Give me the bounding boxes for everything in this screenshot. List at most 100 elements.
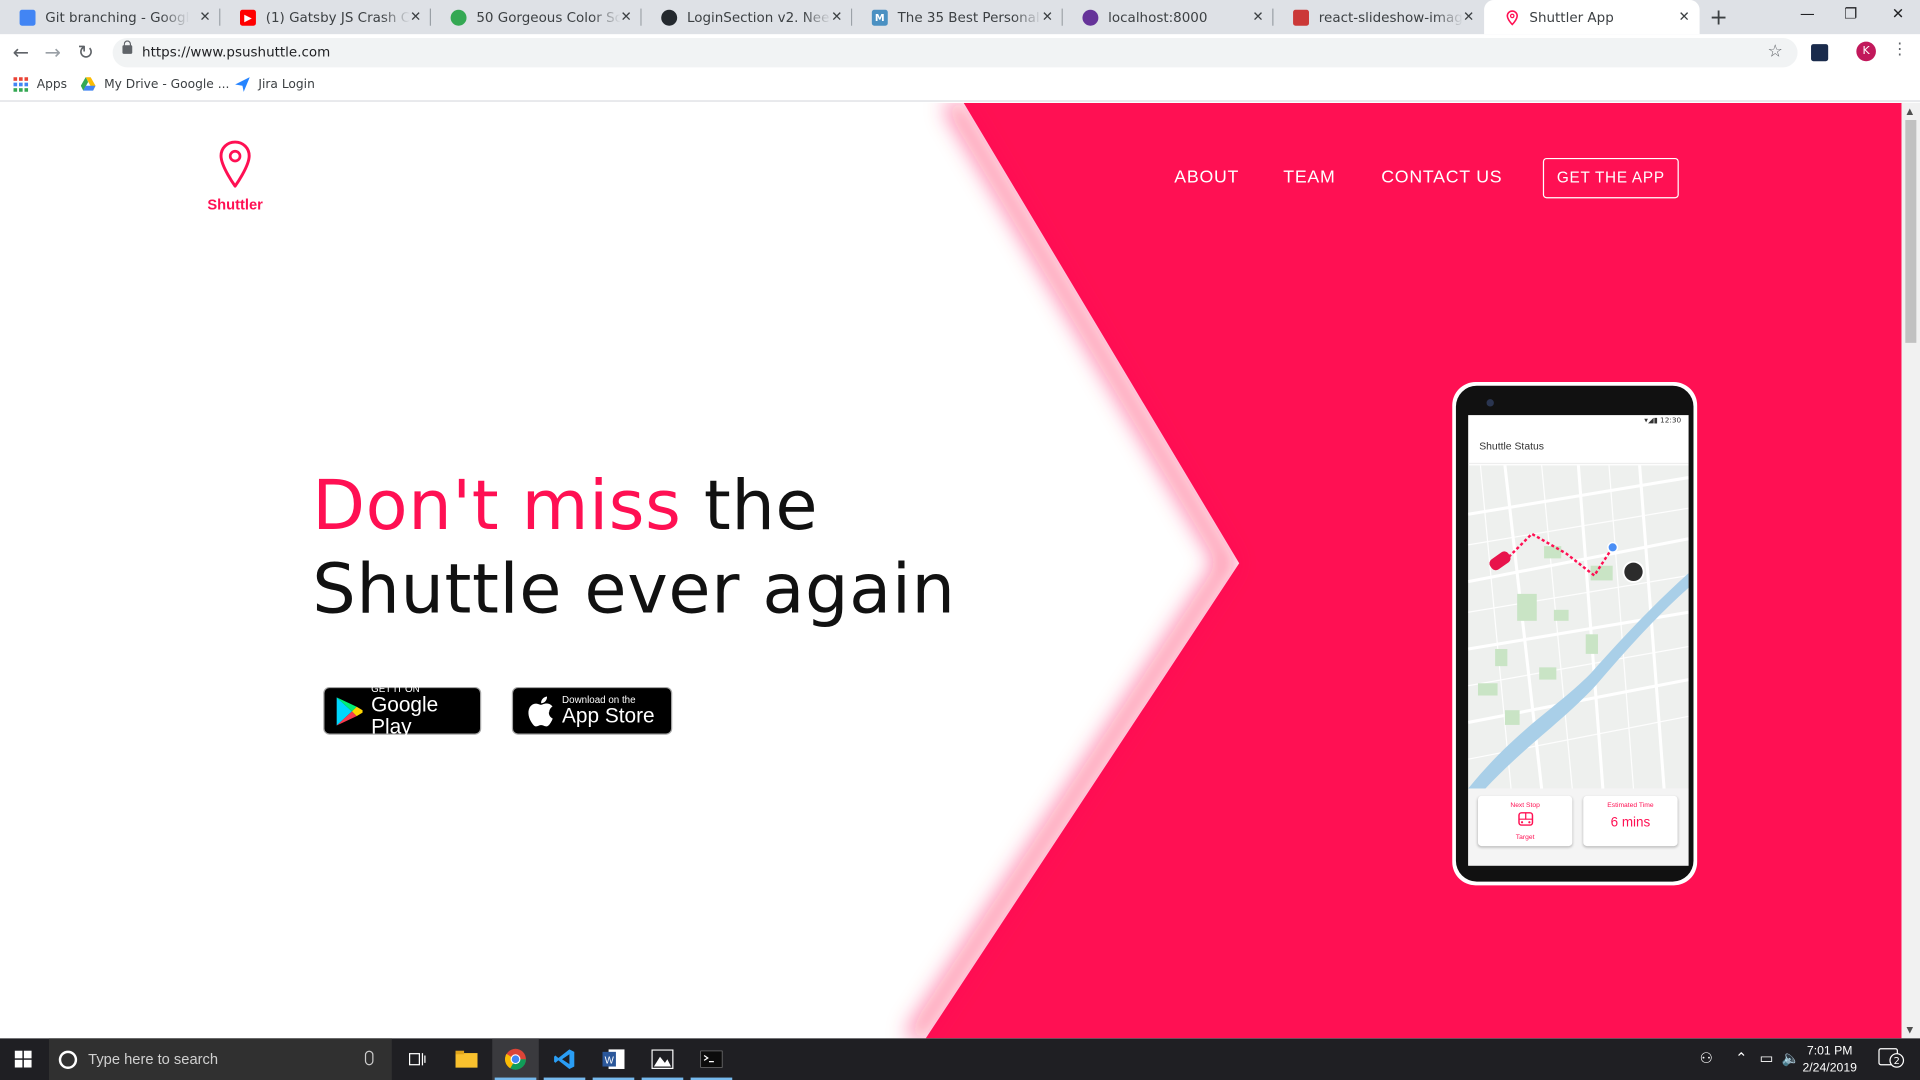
- nav-contact-us[interactable]: CONTACT US: [1381, 168, 1502, 188]
- google-play-icon: [336, 696, 363, 725]
- browser-toolbar: ← → ↻ https://www.psushuttle.com ☆: [0, 34, 1920, 72]
- tab-title: react-slideshow-image - npm: [1318, 9, 1464, 26]
- hero-headline: Don't miss the Shuttle ever again: [312, 465, 955, 632]
- close-tab-icon[interactable]: ✕: [621, 9, 632, 25]
- battery-icon[interactable]: ▭: [1760, 1049, 1774, 1066]
- file-explorer-icon[interactable]: [443, 1038, 490, 1080]
- npm-icon: [1293, 9, 1309, 26]
- apps-grid-icon: [13, 77, 29, 92]
- hero-line2: Shuttle ever again: [312, 549, 956, 630]
- tab-title: LoginSection v2. Needs login: [686, 9, 831, 26]
- next-stop-value: Target: [1515, 833, 1535, 842]
- close-tab-icon[interactable]: ✕: [1679, 9, 1690, 25]
- shuttle-info-panel: Next Stop Target Estimated Time 6 mins: [1468, 788, 1689, 866]
- bookmark-label: Apps: [36, 77, 68, 92]
- next-stop-card: Next Stop Target: [1477, 795, 1573, 847]
- url-text[interactable]: https://www.psushuttle.com: [142, 44, 330, 60]
- nav-about[interactable]: ABOUT: [1174, 168, 1239, 188]
- taskbar-search-box[interactable]: Type here to search: [48, 1038, 392, 1080]
- brand-name: Shuttler: [207, 195, 263, 214]
- tab-shuttler-app[interactable]: Shuttler App ✕: [1484, 0, 1700, 35]
- volume-icon[interactable]: 🔈: [1782, 1049, 1800, 1066]
- show-hidden-icons-icon[interactable]: ⌃: [1735, 1049, 1747, 1066]
- terminal-icon[interactable]: [688, 1038, 735, 1080]
- bookmarks-bar: Apps My Drive - Google ... Jira Login: [0, 71, 1920, 102]
- hero-line1: the: [681, 466, 819, 547]
- tab-title: (1) Gatsby JS Crash Course: [265, 9, 411, 26]
- tab-title: Git branching - Google Docs: [45, 9, 190, 26]
- shuttler-logo[interactable]: Shuttler: [200, 140, 271, 213]
- extension-icon[interactable]: [1811, 44, 1829, 62]
- windows-start-icon[interactable]: [14, 1050, 32, 1068]
- cortana-icon: [58, 1050, 78, 1069]
- scroll-up-icon[interactable]: ▲: [1907, 107, 1914, 117]
- location-pin-icon: [219, 140, 251, 188]
- notification-count: 2: [1889, 1053, 1905, 1068]
- microphone-icon[interactable]: [364, 1050, 374, 1066]
- eta-value: 6 mins: [1610, 815, 1651, 831]
- photos-icon[interactable]: [639, 1038, 686, 1080]
- close-tab-icon[interactable]: ✕: [410, 9, 421, 25]
- system-clock[interactable]: 7:01 PM 2/24/2019: [1802, 1043, 1856, 1077]
- tab-personal-websites[interactable]: M The 35 Best Personal Websites ✕: [852, 0, 1063, 34]
- tab-title: The 35 Best Personal Websites: [897, 9, 1042, 26]
- back-arrow-icon[interactable]: ←: [9, 40, 33, 64]
- bookmark-my-drive[interactable]: My Drive - Google ...: [80, 77, 230, 92]
- tab-localhost[interactable]: localhost:8000 ✕: [1063, 0, 1274, 34]
- close-tab-icon[interactable]: ✕: [831, 9, 842, 25]
- vscode-icon[interactable]: [541, 1038, 588, 1080]
- tab-login-section[interactable]: LoginSection v2. Needs login ✕: [642, 0, 853, 34]
- reload-icon[interactable]: ↻: [73, 40, 97, 64]
- jira-icon: [235, 77, 250, 92]
- svg-text:W: W: [605, 1055, 615, 1066]
- google-drive-icon: [80, 77, 96, 91]
- tab-title: Shuttler App: [1529, 9, 1614, 26]
- tab-title: 50 Gorgeous Color Schemes: [476, 9, 620, 26]
- chrome-taskbar-icon[interactable]: [492, 1038, 539, 1080]
- scrollbar-thumb[interactable]: [1905, 120, 1917, 343]
- bookmark-star-icon[interactable]: ☆: [1767, 42, 1782, 62]
- close-tab-icon[interactable]: ✕: [1463, 9, 1474, 25]
- app-store-badge[interactable]: Download on the App Store: [511, 686, 673, 735]
- browser-tab-strip: Git branching - Google Docs ✕ ▶ (1) Gats…: [0, 0, 1920, 35]
- restore-button[interactable]: ❐: [1844, 5, 1857, 22]
- tab-react-slideshow[interactable]: react-slideshow-image - npm ✕: [1273, 0, 1484, 34]
- close-tab-icon[interactable]: ✕: [1252, 9, 1263, 25]
- profile-avatar[interactable]: K: [1856, 41, 1876, 62]
- task-view-icon[interactable]: [394, 1038, 441, 1080]
- browser-menu-icon[interactable]: ⋮: [1892, 40, 1908, 58]
- google-play-badge[interactable]: GET IT ON Google Play: [323, 683, 482, 738]
- tab-title: localhost:8000: [1108, 9, 1208, 26]
- app-title: Shuttle Status: [1468, 427, 1689, 465]
- minimize-button[interactable]: —: [1800, 5, 1815, 22]
- action-center-icon[interactable]: 2: [1878, 1048, 1905, 1068]
- bookmark-jira-login[interactable]: Jira Login: [235, 77, 315, 92]
- address-bar[interactable]: https://www.psushuttle.com ☆: [112, 37, 1798, 68]
- forward-arrow-icon[interactable]: →: [40, 40, 64, 64]
- phone-body: ▾◢▮ 12:30 Shuttle Status Next Stop Targe…: [1455, 385, 1694, 882]
- close-tab-icon[interactable]: ✕: [1042, 9, 1053, 25]
- tab-color-schemes[interactable]: 50 Gorgeous Color Schemes ✕: [431, 0, 642, 34]
- get-the-app-button[interactable]: GET THE APP: [1542, 157, 1679, 199]
- scroll-down-icon[interactable]: ▼: [1907, 1025, 1914, 1035]
- word-icon[interactable]: W: [590, 1038, 637, 1080]
- close-window-button[interactable]: ✕: [1892, 5, 1904, 22]
- tab-git-branching[interactable]: Git branching - Google Docs ✕: [0, 0, 221, 34]
- phone-camera: [1486, 399, 1494, 407]
- phone-screen: ▾◢▮ 12:30 Shuttle Status Next Stop Targe…: [1468, 415, 1689, 866]
- close-tab-icon[interactable]: ✕: [199, 9, 210, 25]
- tab-gatsby-crash-course[interactable]: ▶ (1) Gatsby JS Crash Course ✕: [220, 0, 432, 34]
- apple-icon: [528, 695, 553, 726]
- phone-time: 12:30: [1660, 416, 1682, 425]
- route-map: [1468, 465, 1689, 789]
- search-placeholder: Type here to search: [88, 1050, 219, 1068]
- github-icon: [661, 9, 678, 26]
- page-scrollbar[interactable]: ▲ ▼: [1901, 102, 1920, 1039]
- bookmark-label: My Drive - Google ...: [104, 77, 230, 92]
- bookmark-apps[interactable]: Apps: [13, 77, 67, 92]
- lock-icon: [122, 40, 133, 54]
- signal-icon: ▾◢▮: [1644, 416, 1658, 425]
- nav-team[interactable]: TEAM: [1283, 168, 1335, 188]
- people-icon[interactable]: ⚇: [1700, 1049, 1713, 1066]
- new-tab-button[interactable]: +: [1709, 5, 1727, 31]
